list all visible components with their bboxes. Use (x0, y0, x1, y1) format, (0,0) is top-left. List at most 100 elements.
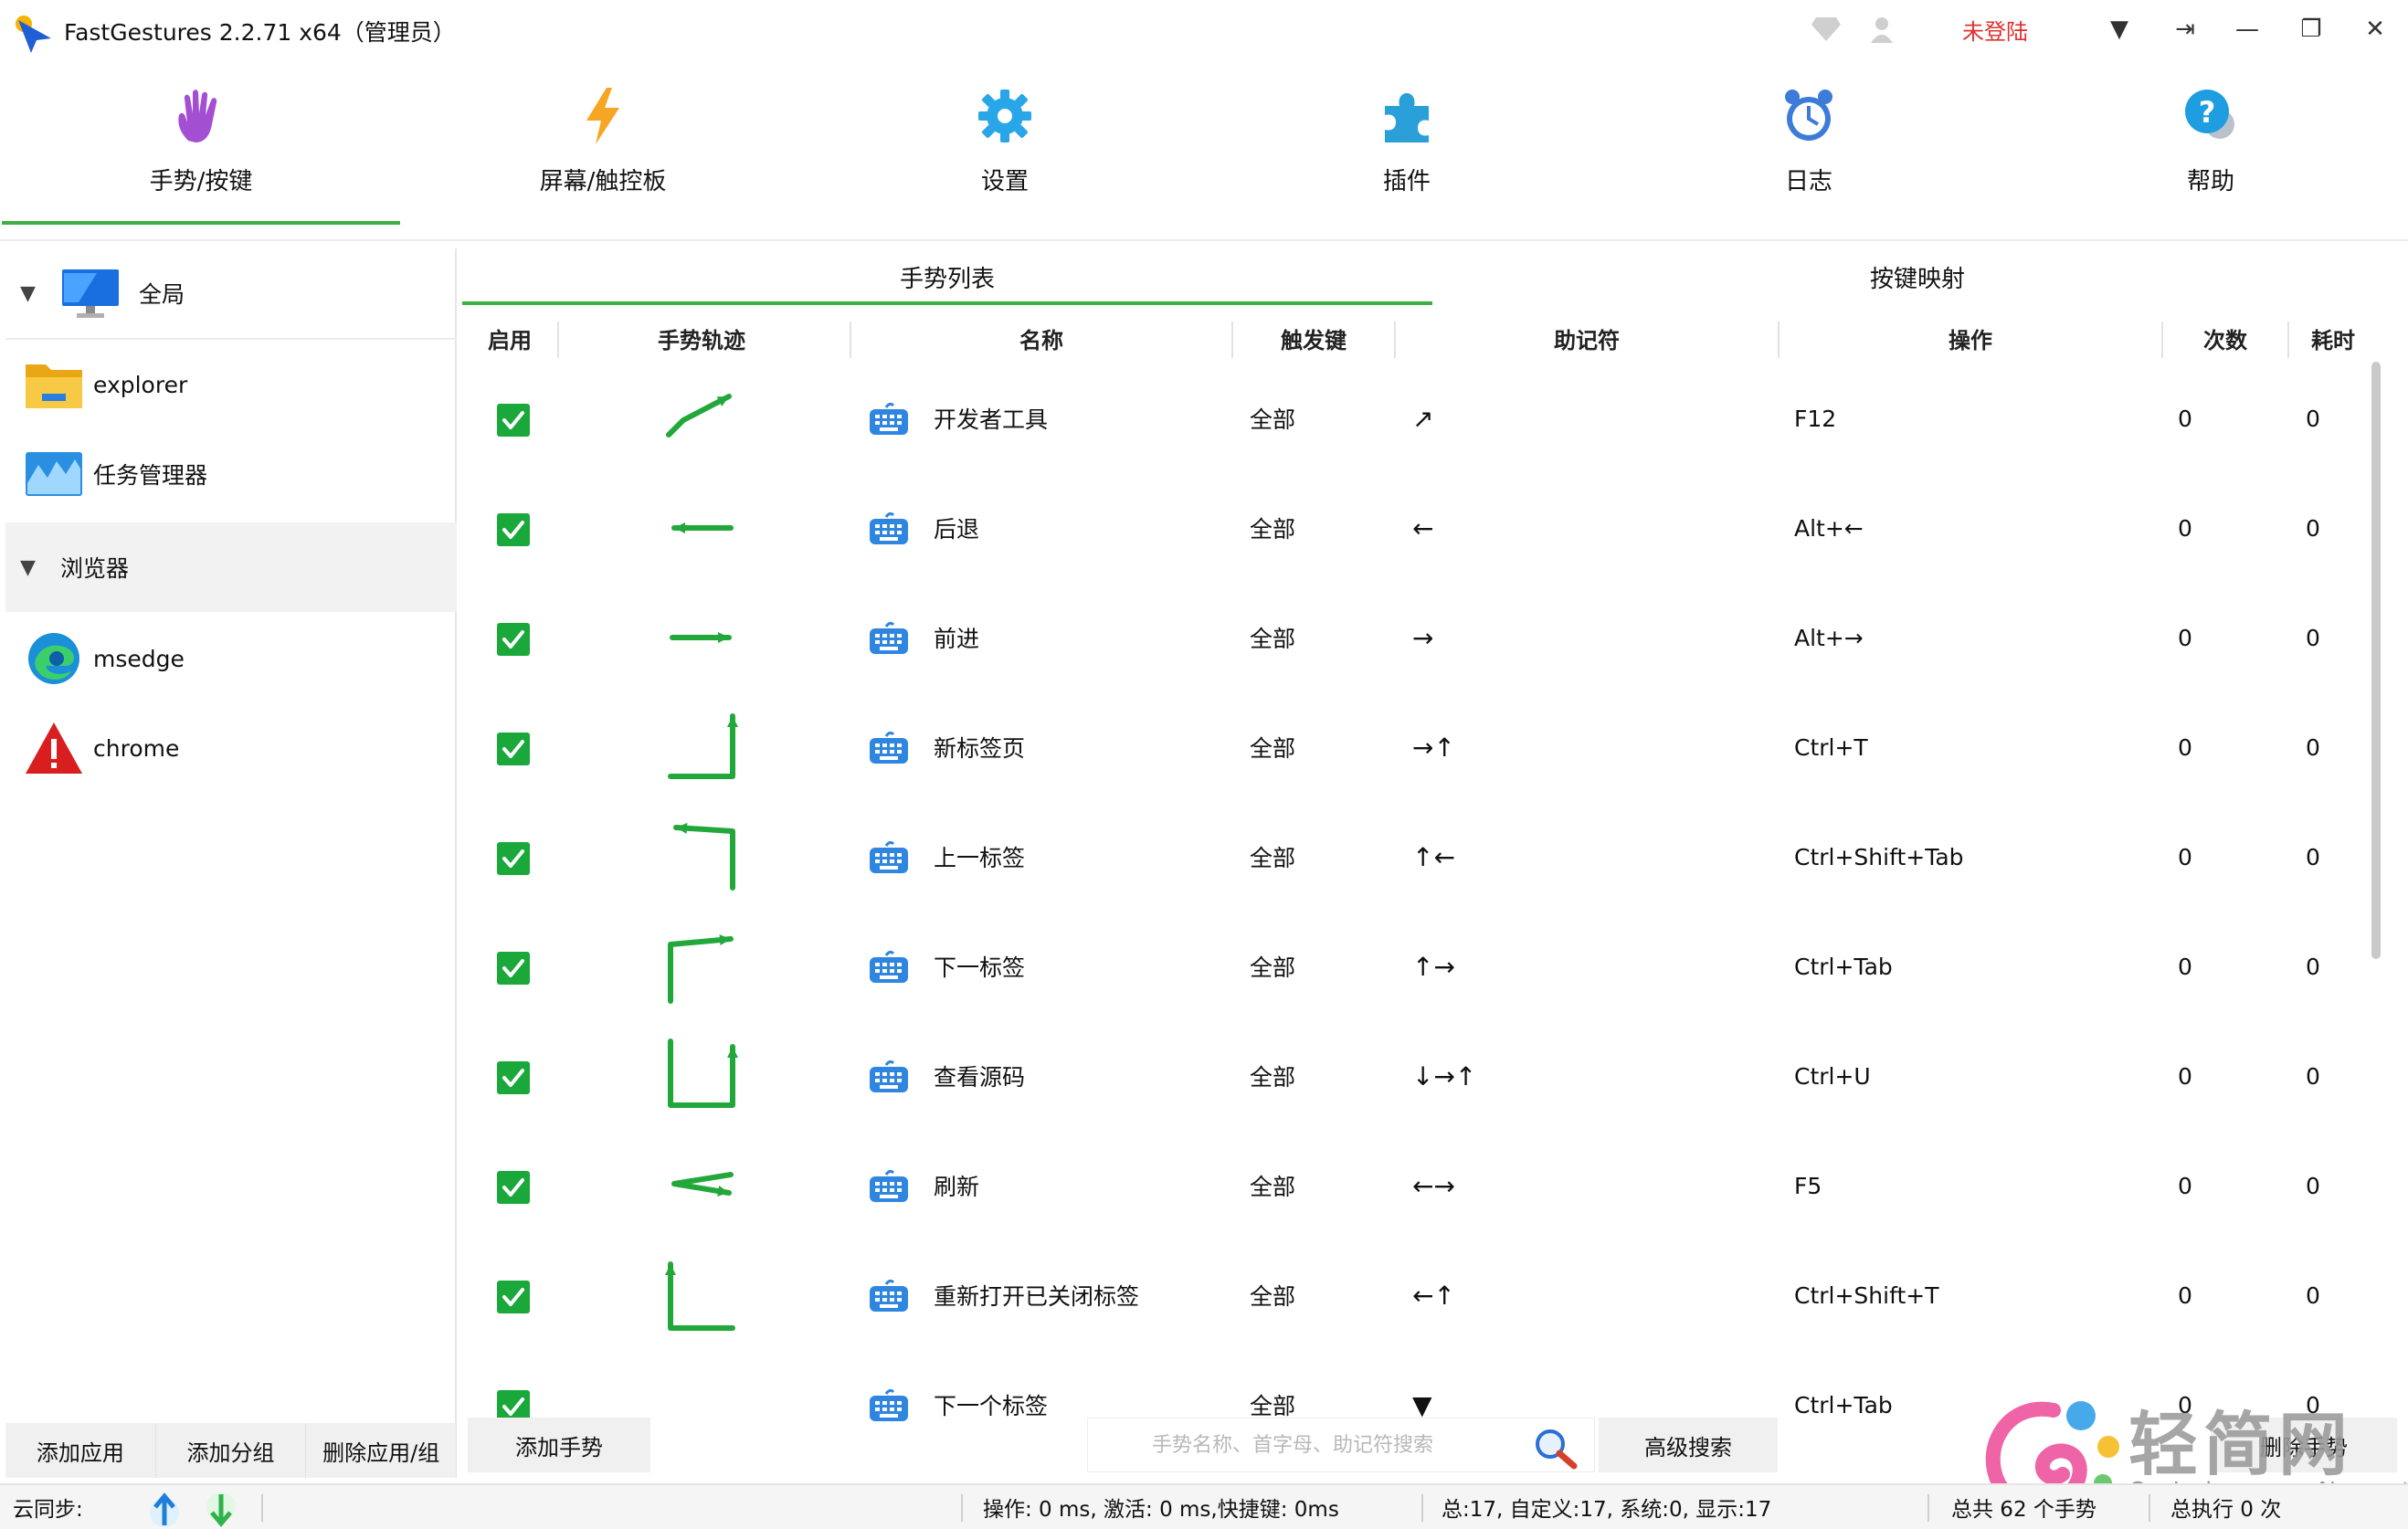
column-count[interactable]: 次数 (2163, 312, 2287, 364)
close-button[interactable]: ✕ (2348, 7, 2403, 51)
nav-settings[interactable]: 设置 (804, 64, 1206, 225)
app-sidebar: ▼ 全局 explorer 任务管理器 ▼ 浏览器 msedge chrome (5, 248, 457, 1478)
gesture-search-input[interactable] (1088, 1433, 1517, 1457)
sidebar-item-task-manager[interactable]: 任务管理器 (5, 429, 457, 519)
add-gesture-button[interactable]: 添加手势 (468, 1418, 650, 1472)
add-group-button[interactable]: 添加分组 (156, 1423, 307, 1478)
edge-icon (28, 633, 79, 684)
dropdown-menu-button[interactable]: ▼ (2092, 7, 2147, 51)
column-mnemonic[interactable]: 助记符 (1396, 312, 1778, 364)
sidebar-item-browsers[interactable]: ▼ 浏览器 (5, 522, 457, 612)
add-app-button[interactable]: 添加应用 (5, 1423, 156, 1478)
keyboard-icon (870, 731, 908, 764)
table-row[interactable]: 前进 全部 → Alt+→ 0 0 (462, 583, 2377, 692)
duration: 0 (2306, 1172, 2320, 1199)
gesture-name: 刷新 (934, 1174, 980, 1200)
count: 0 (2178, 514, 2192, 542)
status-bar: 云同步: 操作: 0 ms, 激活: 0 ms,快捷键: 0ms 总:17, 自… (0, 1483, 2408, 1529)
window-title: FastGestures 2.2.71 x64（管理员） (64, 19, 456, 46)
gesture-trail-up-right (668, 934, 734, 1004)
nav-plugins[interactable]: 插件 (1206, 64, 1608, 225)
operation: Ctrl+Shift+T (1794, 1281, 1939, 1309)
download-arrow-icon[interactable] (203, 1489, 239, 1529)
duration: 0 (2306, 843, 2320, 870)
diamond-icon[interactable] (1811, 7, 1843, 51)
user-icon[interactable] (1870, 7, 1901, 51)
operation: Alt+→ (1794, 624, 1864, 651)
operation: Ctrl+T (1794, 733, 1868, 761)
execution-total-status: 总执行 0 次 (2170, 1498, 2282, 1522)
gesture-name: 上一标签 (934, 845, 1026, 871)
gesture-name: 新标签页 (934, 735, 1026, 762)
alarm-clock-icon (1785, 90, 1832, 141)
keyboard-icon (870, 511, 908, 544)
keyboard-icon (870, 1060, 908, 1092)
sidebar-item-explorer[interactable]: explorer (5, 340, 457, 429)
cloud-sync-label: 云同步: (13, 1498, 83, 1522)
enable-checkbox[interactable] (497, 404, 530, 437)
caret-down-icon[interactable]: ▼ (20, 282, 36, 305)
table-row[interactable]: 查看源码 全部 ↓→↑ Ctrl+U 0 0 (462, 1021, 2377, 1131)
tab-gesture-list[interactable]: 手势列表 (462, 248, 1432, 305)
table-row[interactable]: 新标签页 全部 →↑ Ctrl+T 0 0 (462, 692, 2377, 802)
upload-arrow-icon[interactable] (146, 1489, 183, 1529)
gesture-count-status: 总:17, 自定义:17, 系统:0, 显示:17 (1442, 1498, 1772, 1522)
gesture-trail-none (654, 1357, 749, 1452)
count: 0 (2178, 405, 2192, 432)
enable-checkbox[interactable] (497, 733, 530, 765)
trigger-key: 全部 (1250, 516, 1296, 543)
keyboard-icon (870, 1169, 908, 1202)
search-icon[interactable] (1532, 1426, 1579, 1470)
nav-screen-touchpad[interactable]: 屏幕/触控板 (402, 64, 804, 225)
operation: F5 (1794, 1172, 1822, 1199)
nav-log[interactable]: 日志 (1608, 64, 2010, 225)
keyboard-icon (870, 1388, 908, 1421)
timing-status: 操作: 0 ms, 激活: 0 ms,快捷键: 0ms (983, 1498, 1339, 1522)
trigger-key: 全部 (1250, 626, 1296, 652)
table-row[interactable]: 下一标签 全部 ↑→ Ctrl+Tab 0 0 (462, 912, 2377, 1021)
pin-button[interactable]: ⇥ (2158, 7, 2213, 51)
sidebar-item-msedge[interactable]: msedge (5, 614, 457, 703)
column-name[interactable]: 名称 (851, 312, 1231, 364)
sidebar-item-global[interactable]: ▼ 全局 (5, 248, 457, 340)
nav-gestures-keys[interactable]: 手势/按键 (0, 64, 402, 225)
sidebar-footer: 添加应用 添加分组 删除应用/组 (5, 1423, 458, 1478)
trigger-key: 全部 (1250, 406, 1296, 433)
gesture-trail-left-right (671, 1172, 734, 1197)
sidebar-item-chrome[interactable]: chrome (5, 703, 457, 793)
enable-checkbox[interactable] (497, 842, 530, 875)
delete-app-group-button[interactable]: 删除应用/组 (306, 1423, 458, 1478)
column-duration[interactable]: 耗时 (2289, 312, 2377, 364)
trigger-key: 全部 (1250, 1283, 1296, 1310)
restore-button[interactable]: ❐ (2284, 7, 2339, 51)
count: 0 (2178, 953, 2192, 980)
nav-help[interactable]: ? 帮助 (2010, 64, 2408, 225)
enable-checkbox[interactable] (497, 513, 530, 546)
gesture-trail-up-left (673, 822, 735, 891)
tab-key-mapping[interactable]: 按键映射 (1432, 248, 2403, 305)
table-row[interactable]: 开发者工具 全部 ↗ F12 0 0 (462, 364, 2377, 473)
login-status-link[interactable]: 未登陆 (1962, 7, 2028, 51)
enable-checkbox[interactable] (497, 623, 530, 656)
enable-checkbox[interactable] (497, 1281, 530, 1313)
caret-down-icon[interactable]: ▼ (20, 556, 36, 579)
count: 0 (2178, 1062, 2192, 1090)
column-trail[interactable]: 手势轨迹 (559, 312, 844, 364)
vertical-scrollbar[interactable] (2371, 362, 2381, 959)
trigger-key: 全部 (1250, 1174, 1296, 1200)
enable-checkbox[interactable] (497, 1171, 530, 1204)
keyboard-icon (870, 621, 908, 654)
table-row[interactable]: 刷新 全部 ←→ F5 0 0 (462, 1131, 2377, 1240)
column-enable[interactable]: 启用 (462, 312, 557, 364)
column-operation[interactable]: 操作 (1780, 312, 2161, 364)
advanced-search-button[interactable]: 高级搜索 (1599, 1418, 1778, 1472)
gesture-name: 开发者工具 (934, 406, 1049, 433)
enable-checkbox[interactable] (497, 952, 530, 985)
minimize-button[interactable]: — (2220, 7, 2275, 51)
table-row[interactable]: 上一标签 全部 ↑← Ctrl+Shift+Tab 0 0 (462, 802, 2377, 912)
enable-checkbox[interactable] (497, 1061, 530, 1094)
table-row[interactable]: 重新打开已关闭标签 全部 ←↑ Ctrl+Shift+T 0 0 (462, 1240, 2377, 1350)
column-trigger[interactable]: 触发键 (1233, 312, 1394, 364)
table-row[interactable]: 后退 全部 ← Alt+← 0 0 (462, 473, 2377, 583)
count: 0 (2178, 733, 2192, 761)
